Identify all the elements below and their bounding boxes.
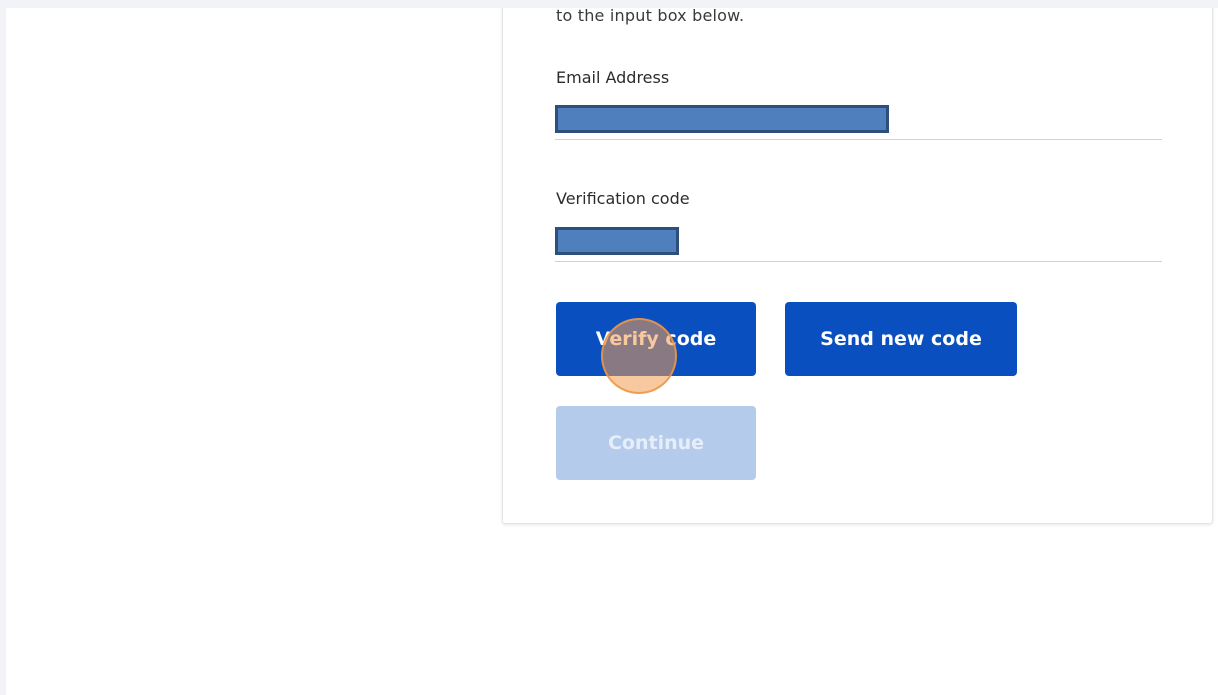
email-redaction — [555, 105, 889, 133]
intro-text: to the input box below. — [556, 8, 745, 25]
email-label: Email Address — [556, 68, 670, 87]
verification-code-label: Verification code — [556, 189, 690, 208]
verification-code-redaction — [555, 227, 679, 255]
continue-button[interactable]: Continue — [556, 406, 756, 480]
verify-code-button[interactable]: Verify code — [556, 302, 756, 376]
send-new-code-button[interactable]: Send new code — [785, 302, 1017, 376]
verification-card: to the input box below. Email Address Ve… — [502, 8, 1213, 524]
verification-code-field[interactable] — [555, 227, 1162, 262]
browser-viewport: to the input box below. Email Address Ve… — [6, 8, 1218, 695]
email-field[interactable] — [555, 105, 1162, 140]
